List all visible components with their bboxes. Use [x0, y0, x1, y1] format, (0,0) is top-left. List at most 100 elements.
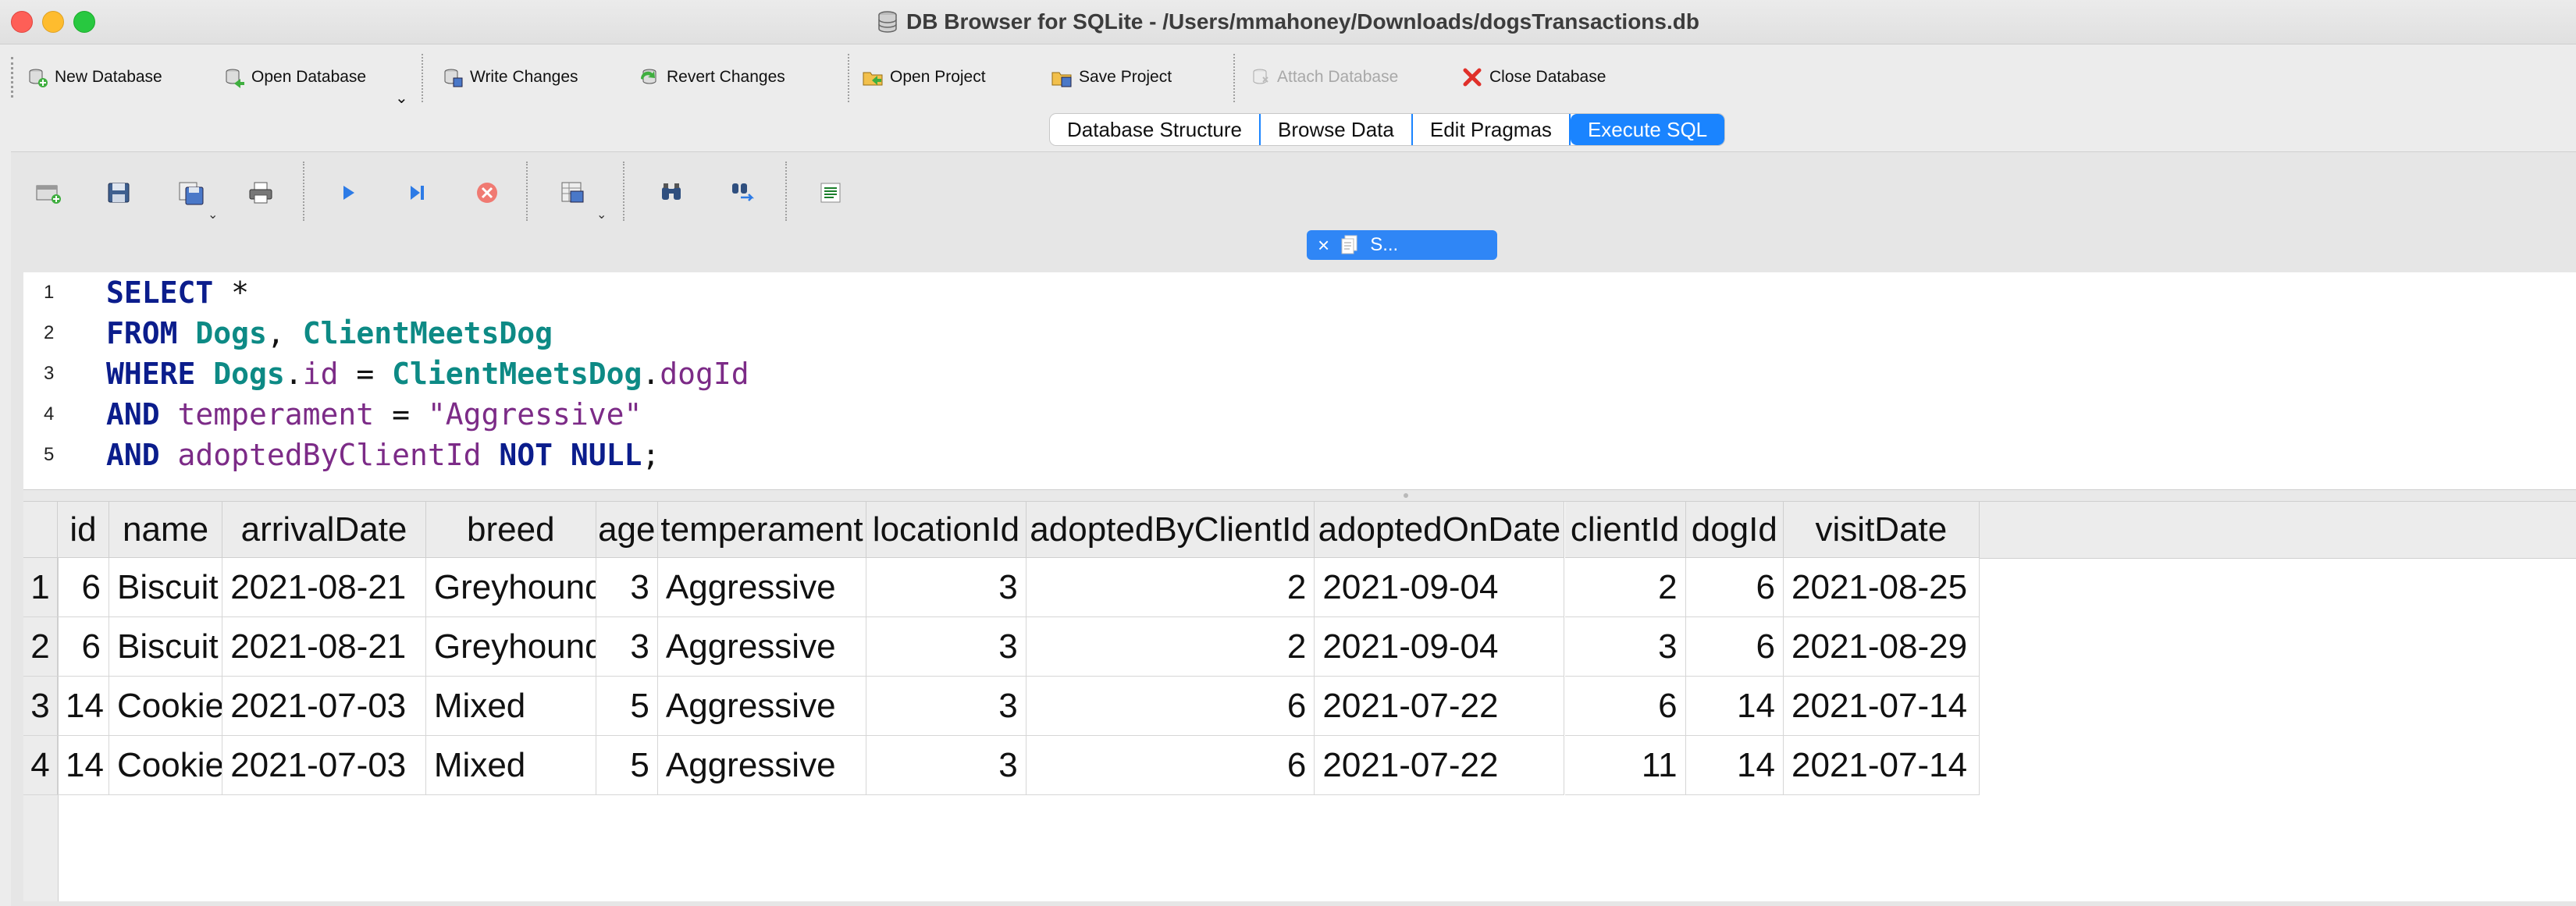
table-cell[interactable]: 6 — [1685, 617, 1784, 677]
table-cell[interactable]: 2021-07-22 — [1315, 736, 1565, 795]
table-cell[interactable]: 2021-07-03 — [222, 677, 426, 736]
execute-all-button[interactable] — [333, 177, 364, 208]
find-button[interactable] — [656, 177, 687, 208]
open-tab-button[interactable] — [33, 177, 64, 208]
table-cell[interactable]: Greyhound — [425, 617, 596, 677]
table-cell[interactable]: Aggressive — [657, 558, 867, 617]
table-cell[interactable]: 2021-09-04 — [1315, 617, 1565, 677]
open-sql-file-button[interactable] — [103, 177, 134, 208]
table-cell[interactable]: 3 — [866, 677, 1026, 736]
tab-execute-sql[interactable]: Execute SQL — [1570, 114, 1725, 145]
table-cell[interactable]: 3 — [596, 617, 658, 677]
table-cell[interactable]: 2021-07-03 — [222, 736, 426, 795]
table-cell[interactable]: 11 — [1564, 736, 1686, 795]
revert-changes-button[interactable]: Revert Changes — [639, 63, 785, 91]
new-database-button[interactable]: New Database — [27, 63, 162, 91]
editor-results-splitter[interactable] — [23, 489, 2576, 502]
table-cell[interactable]: 2021-08-29 — [1784, 617, 1980, 677]
table-cell[interactable]: 6 — [58, 617, 109, 677]
column-header[interactable]: locationId — [866, 502, 1026, 558]
table-cell[interactable]: Aggressive — [657, 617, 867, 677]
stop-execution-button[interactable] — [471, 177, 503, 208]
table-cell[interactable]: 14 — [1685, 677, 1784, 736]
column-header[interactable]: clientId — [1564, 502, 1686, 558]
save-sql-file-button[interactable] — [175, 177, 206, 208]
table-cell[interactable]: 5 — [596, 736, 658, 795]
save-project-button[interactable]: Save Project — [1051, 63, 1172, 91]
tab-browse-data[interactable]: Browse Data — [1261, 114, 1413, 145]
column-header[interactable]: visitDate — [1784, 502, 1980, 558]
table-cell[interactable]: 3 — [1564, 617, 1686, 677]
table-cell[interactable]: 3 — [866, 617, 1026, 677]
table-cell[interactable]: Cookie — [109, 736, 223, 795]
chevron-down-icon[interactable]: ⌄ — [208, 207, 218, 222]
results-grid[interactable]: id name arrivalDate breed age temperament loca… — [23, 502, 2576, 901]
table-cell[interactable]: 3 — [866, 736, 1026, 795]
tab-edit-pragmas[interactable]: Edit Pragmas — [1413, 114, 1571, 145]
table-cell[interactable]: 14 — [58, 736, 109, 795]
table-cell[interactable]: Mixed — [425, 736, 596, 795]
table-cell[interactable]: 6 — [58, 558, 109, 617]
row-header[interactable]: 1 — [23, 558, 58, 617]
grid-corner[interactable] — [23, 502, 58, 558]
table-cell[interactable]: 6 — [1685, 558, 1784, 617]
table-cell[interactable]: Biscuit — [109, 617, 223, 677]
open-project-button[interactable]: Open Project — [862, 63, 986, 91]
table-cell[interactable]: 6 — [1026, 677, 1315, 736]
open-database-button[interactable]: Open Database — [223, 63, 366, 91]
attach-database-button[interactable]: Attach Database — [1249, 63, 1398, 91]
row-header[interactable]: 4 — [23, 736, 58, 795]
column-header[interactable]: dogId — [1685, 502, 1784, 558]
line-number: 4 — [44, 403, 55, 425]
table-cell[interactable]: Mixed — [425, 677, 596, 736]
table-cell[interactable]: Aggressive — [657, 677, 867, 736]
table-cell[interactable]: 2021-08-25 — [1784, 558, 1980, 617]
column-header[interactable]: id — [58, 502, 109, 558]
table-cell[interactable]: 6 — [1564, 677, 1686, 736]
sql-editor-tab[interactable]: × S... — [1307, 230, 1497, 260]
column-header[interactable]: adoptedOnDate — [1315, 502, 1565, 558]
table-cell[interactable]: Aggressive — [657, 736, 867, 795]
close-tab-icon[interactable]: × — [1318, 233, 1329, 258]
save-results-button[interactable] — [557, 177, 589, 208]
column-header[interactable]: temperament — [657, 502, 867, 558]
table-cell[interactable]: Greyhound — [425, 558, 596, 617]
write-changes-button[interactable]: Write Changes — [442, 63, 578, 91]
table-cell[interactable]: 2021-08-21 — [222, 617, 426, 677]
table-cell[interactable]: 2021-07-14 — [1784, 736, 1980, 795]
table-cell[interactable]: 14 — [1685, 736, 1784, 795]
row-header[interactable]: 3 — [23, 677, 58, 736]
execute-current-line-button[interactable] — [401, 177, 432, 208]
code-token: AND — [106, 438, 160, 472]
table-cell[interactable]: 2021-08-21 — [222, 558, 426, 617]
close-database-button[interactable]: Close Database — [1461, 63, 1606, 91]
toolbar-grip[interactable] — [11, 57, 13, 98]
column-header[interactable]: breed — [425, 502, 596, 558]
column-header[interactable]: name — [109, 502, 223, 558]
table-cell[interactable]: Cookie — [109, 677, 223, 736]
print-button[interactable] — [245, 177, 276, 208]
tab-database-structure[interactable]: Database Structure — [1050, 114, 1261, 145]
table-cell[interactable]: 6 — [1026, 736, 1315, 795]
table-cell[interactable]: 2 — [1564, 558, 1686, 617]
table-cell[interactable]: 2021-07-22 — [1315, 677, 1565, 736]
chevron-down-icon[interactable]: ⌄ — [596, 207, 607, 222]
table-cell[interactable]: 3 — [866, 558, 1026, 617]
column-header[interactable]: arrivalDate — [222, 502, 426, 558]
open-database-dropdown[interactable]: ⌄ — [395, 83, 408, 112]
row-header[interactable]: 2 — [23, 617, 58, 677]
table-cell[interactable]: 2 — [1026, 617, 1315, 677]
column-header[interactable]: adoptedByClientId — [1026, 502, 1315, 558]
find-replace-button[interactable] — [728, 177, 759, 208]
table-cell[interactable]: 3 — [596, 558, 658, 617]
table-cell[interactable]: 2 — [1026, 558, 1315, 617]
splitter-handle[interactable] — [1404, 493, 1408, 498]
table-cell[interactable]: 5 — [596, 677, 658, 736]
comment-block-button[interactable] — [815, 177, 846, 208]
table-cell[interactable]: 2021-07-14 — [1784, 677, 1980, 736]
table-cell[interactable]: 2021-09-04 — [1315, 558, 1565, 617]
table-cell[interactable]: 14 — [58, 677, 109, 736]
column-header[interactable]: age — [596, 502, 658, 558]
table-cell[interactable]: Biscuit — [109, 558, 223, 617]
sql-editor[interactable]: 1 2 3 4 5 SELECT * FROM Dogs, ClientMeet… — [23, 272, 2576, 489]
